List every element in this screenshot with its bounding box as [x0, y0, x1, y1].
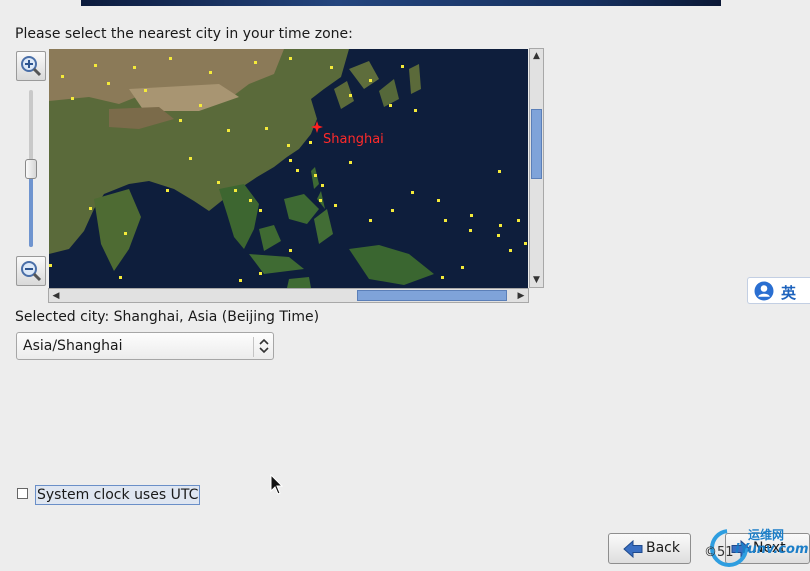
back-button-label: Back [646, 540, 680, 556]
watermark-logo: 运维网 iYunv.com ©51 [704, 525, 810, 571]
city-dot[interactable] [249, 199, 252, 202]
city-dot[interactable] [296, 169, 299, 172]
city-dot[interactable] [259, 209, 262, 212]
city-dot[interactable] [217, 181, 220, 184]
city-dot[interactable] [314, 174, 317, 177]
city-dot[interactable] [444, 219, 447, 222]
city-dot[interactable] [107, 82, 110, 85]
city-dot[interactable] [391, 209, 394, 212]
city-dot[interactable] [234, 189, 237, 192]
city-dot[interactable] [411, 191, 414, 194]
timezone-map[interactable]: Shanghai [49, 49, 528, 288]
city-dot[interactable] [499, 224, 502, 227]
highlighted-city-label: Shanghai [323, 132, 384, 147]
zoom-slider-fill [29, 175, 33, 247]
scroll-down-icon[interactable]: ▼ [530, 273, 543, 287]
city-dot[interactable] [166, 189, 169, 192]
city-dot[interactable] [509, 249, 512, 252]
city-dot[interactable] [287, 144, 290, 147]
timezone-map-frame: Shanghai ▲ ▼ ◀ ▶ [48, 48, 544, 304]
city-dot[interactable] [199, 104, 202, 107]
input-method-indicator[interactable]: 英 [747, 277, 810, 304]
utc-checkbox[interactable] [17, 488, 28, 499]
city-dot[interactable] [524, 242, 527, 245]
city-dot[interactable] [437, 199, 440, 202]
city-dot[interactable] [254, 61, 257, 64]
city-dot[interactable] [369, 219, 372, 222]
city-dot[interactable] [461, 266, 464, 269]
city-dot[interactable] [369, 79, 372, 82]
zoom-slider-handle[interactable] [25, 159, 37, 179]
city-dot[interactable] [119, 276, 122, 279]
city-dot[interactable] [334, 204, 337, 207]
city-dot[interactable] [179, 119, 182, 122]
select-divider [253, 337, 254, 357]
timezone-select-value: Asia/Shanghai [23, 338, 123, 354]
map-horizontal-scrollbar[interactable]: ◀ ▶ [48, 288, 529, 303]
city-dot[interactable] [330, 66, 333, 69]
city-dot[interactable] [498, 170, 501, 173]
watermark-site-name: 运维网 [748, 528, 785, 542]
header-banner [81, 0, 721, 6]
city-dot[interactable] [227, 129, 230, 132]
city-dot[interactable] [414, 109, 417, 112]
city-dot[interactable] [265, 127, 268, 130]
zoom-out-icon [21, 261, 42, 282]
scroll-up-icon[interactable]: ▲ [530, 49, 543, 63]
zoom-out-button[interactable] [16, 256, 46, 286]
city-dot[interactable] [144, 89, 147, 92]
city-dot[interactable] [469, 229, 472, 232]
back-arrow-icon [623, 540, 643, 558]
map-vertical-scrollbar[interactable]: ▲ ▼ [529, 48, 544, 288]
timezone-select[interactable]: Asia/Shanghai [16, 332, 274, 360]
back-button[interactable]: Back [608, 533, 691, 564]
mouse-cursor-icon [270, 474, 284, 495]
city-dot[interactable] [124, 232, 127, 235]
city-dot[interactable] [209, 71, 212, 74]
city-dot[interactable] [239, 279, 242, 282]
zoom-in-button[interactable] [16, 51, 46, 81]
city-dot[interactable] [169, 57, 172, 60]
city-dot[interactable] [319, 199, 322, 202]
city-dot[interactable] [517, 219, 520, 222]
city-dot[interactable] [94, 64, 97, 67]
city-dot[interactable] [89, 207, 92, 210]
scroll-left-icon[interactable]: ◀ [49, 289, 63, 302]
vertical-scroll-thumb[interactable] [531, 109, 542, 179]
watermark-domain: iYunv.com [735, 542, 809, 557]
city-dot[interactable] [321, 184, 324, 187]
city-dot[interactable] [497, 234, 500, 237]
city-dot[interactable] [349, 94, 352, 97]
utc-checkbox-label[interactable]: System clock uses UTC [35, 485, 201, 505]
city-dot[interactable] [470, 214, 473, 217]
timezone-prompt: Please select the nearest city in your t… [15, 26, 353, 42]
selected-city-label: Selected city: Shanghai, Asia (Beijing T… [15, 309, 320, 325]
city-dot[interactable] [349, 161, 352, 164]
city-dot[interactable] [189, 157, 192, 160]
world-map-image [49, 49, 528, 288]
horizontal-scroll-thumb[interactable] [357, 290, 507, 301]
city-dot[interactable] [61, 75, 64, 78]
city-dot[interactable] [133, 66, 136, 69]
city-dot[interactable] [71, 97, 74, 100]
city-dot[interactable] [401, 65, 404, 68]
shanghai-marker-icon [311, 121, 323, 133]
input-method-label: 英 [781, 284, 797, 302]
city-dot[interactable] [389, 104, 392, 107]
city-dot[interactable] [259, 272, 262, 275]
watermark-prefix: ©51 [704, 545, 734, 560]
city-dot[interactable] [49, 264, 52, 267]
zoom-in-icon [21, 56, 42, 77]
user-icon [754, 281, 774, 301]
city-dot[interactable] [289, 57, 292, 60]
up-down-chevron-icon [259, 338, 269, 354]
city-dot[interactable] [289, 159, 292, 162]
city-dot[interactable] [289, 249, 292, 252]
scroll-right-icon[interactable]: ▶ [514, 289, 528, 302]
city-dot[interactable] [309, 141, 312, 144]
city-dot[interactable] [441, 276, 444, 279]
